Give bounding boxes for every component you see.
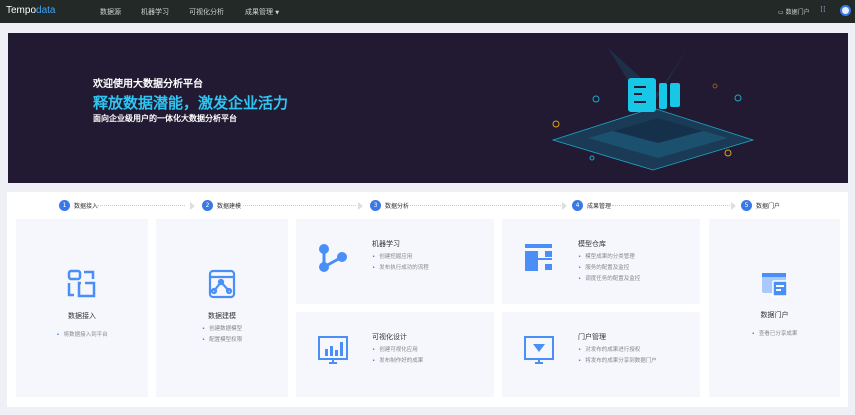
nav-ml[interactable]: 机器学习 [141, 7, 169, 17]
step-number: 4 [572, 200, 583, 211]
label: 数据接入 [74, 203, 99, 210]
label: 数据建模 [217, 203, 242, 210]
card-title: 可视化设计 [372, 333, 407, 341]
logo[interactable]: Tempodata [6, 5, 55, 16]
monitor-icon: ▭ [778, 9, 784, 16]
list-item: 将数据接入到平台 [56, 330, 108, 338]
step-5: 5 数据门户 [741, 200, 780, 211]
divider [612, 205, 732, 206]
portal-link[interactable]: ▭ 数据门户 [778, 7, 810, 16]
label: 成果管理 [587, 203, 612, 210]
arrow-icon [562, 202, 567, 210]
grid-icon[interactable]: ⁞⁞ [820, 5, 826, 15]
label: 成果管理 [245, 8, 273, 16]
list-item: 将发布的成果分享到数据门户 [578, 356, 657, 364]
divider [243, 205, 356, 206]
share-nodes-icon [319, 244, 347, 272]
card-ml[interactable]: 机器学习创建挖掘应用发布执行成功的流程 [296, 219, 494, 304]
card-title: 数据门户 [760, 311, 789, 319]
step-1: 1 数据接入 [59, 200, 98, 211]
divider [410, 205, 565, 206]
list-item: 服务的配置及监控 [578, 263, 640, 271]
list-item: 创建数据模型 [202, 324, 242, 332]
diamond-monitor-icon [524, 336, 554, 364]
step-number: 5 [741, 200, 752, 211]
divider [97, 205, 185, 206]
step-2: 2 数据建模 [202, 200, 241, 211]
list-item: 配置模型权限 [202, 335, 242, 343]
top-bar: Tempodata 数据源 机器学习 可视化分析 成果管理 ▼ ▭ 数据门户 ⁞… [0, 0, 855, 23]
model-icon [208, 269, 236, 299]
card-title: 模型仓库 [578, 240, 606, 248]
label: 数据分析 [385, 203, 410, 210]
nav-datasource[interactable]: 数据源 [100, 7, 121, 17]
card-data-model[interactable]: 数据建模 创建数据模型配置模型权限 [156, 219, 288, 397]
list-item: 调度任务的配置及监控 [578, 274, 640, 282]
arrow-icon [358, 202, 363, 210]
card-data-ingest[interactable]: 数据接入 将数据接入到平台 [16, 219, 148, 397]
list-item: 对发布的成果进行授权 [578, 345, 657, 353]
card-title: 数据接入 [68, 312, 96, 320]
step-number: 1 [59, 200, 70, 211]
label: 数据门户 [756, 203, 781, 210]
step-number: 3 [370, 200, 381, 211]
platform-illustration [551, 48, 755, 171]
chart-monitor-icon [318, 336, 348, 364]
list-item: 发布执行成功的流程 [372, 263, 429, 271]
list-item: 模型成果的分类管理 [578, 252, 640, 260]
ingest-icon [67, 269, 96, 298]
chevron-down-icon: ▼ [275, 10, 280, 16]
portal-window-icon [761, 273, 788, 297]
card-data-portal[interactable]: 数据门户 查看已分享成果 [709, 219, 840, 397]
card-title: 数据建模 [208, 312, 236, 320]
list-item: 查看已分享成果 [752, 329, 798, 337]
card-title: 门户管理 [578, 333, 606, 341]
nav-vis[interactable]: 可视化分析 [189, 7, 224, 17]
step-4: 4 成果管理 [572, 200, 611, 211]
subtitle: 面向企业级用户的一体化大数据分析平台 [93, 114, 237, 123]
card-vis-design[interactable]: 可视化设计创建可视化应用发布制作好的成果 [296, 312, 494, 397]
card-model-repo[interactable]: 模型仓库模型成果的分类管理服务的配置及监控调度任务的配置及监控 [502, 219, 700, 304]
list-item: 创建挖掘应用 [372, 252, 429, 260]
hero-banner: 欢迎使用大数据分析平台 释放数据潜能，激发企业活力 面向企业级用户的一体化大数据… [8, 33, 848, 183]
list-item: 创建可视化应用 [372, 345, 423, 353]
card-portal-mgmt[interactable]: 门户管理对发布的成果进行授权将发布的成果分享到数据门户 [502, 312, 700, 397]
card-title: 机器学习 [372, 240, 400, 248]
arrow-icon [731, 202, 736, 210]
welcome-text: 欢迎使用大数据分析平台 [93, 79, 203, 90]
step-3: 3 数据分析 [370, 200, 409, 211]
avatar[interactable] [840, 5, 851, 16]
slogan: 释放数据潜能，激发企业活力 [93, 94, 289, 112]
list-item: 发布制作好的成果 [372, 356, 423, 364]
nav-results[interactable]: 成果管理 ▼ [245, 7, 279, 17]
step-number: 2 [202, 200, 213, 211]
arrow-icon [190, 202, 195, 210]
repository-icon [525, 244, 552, 271]
